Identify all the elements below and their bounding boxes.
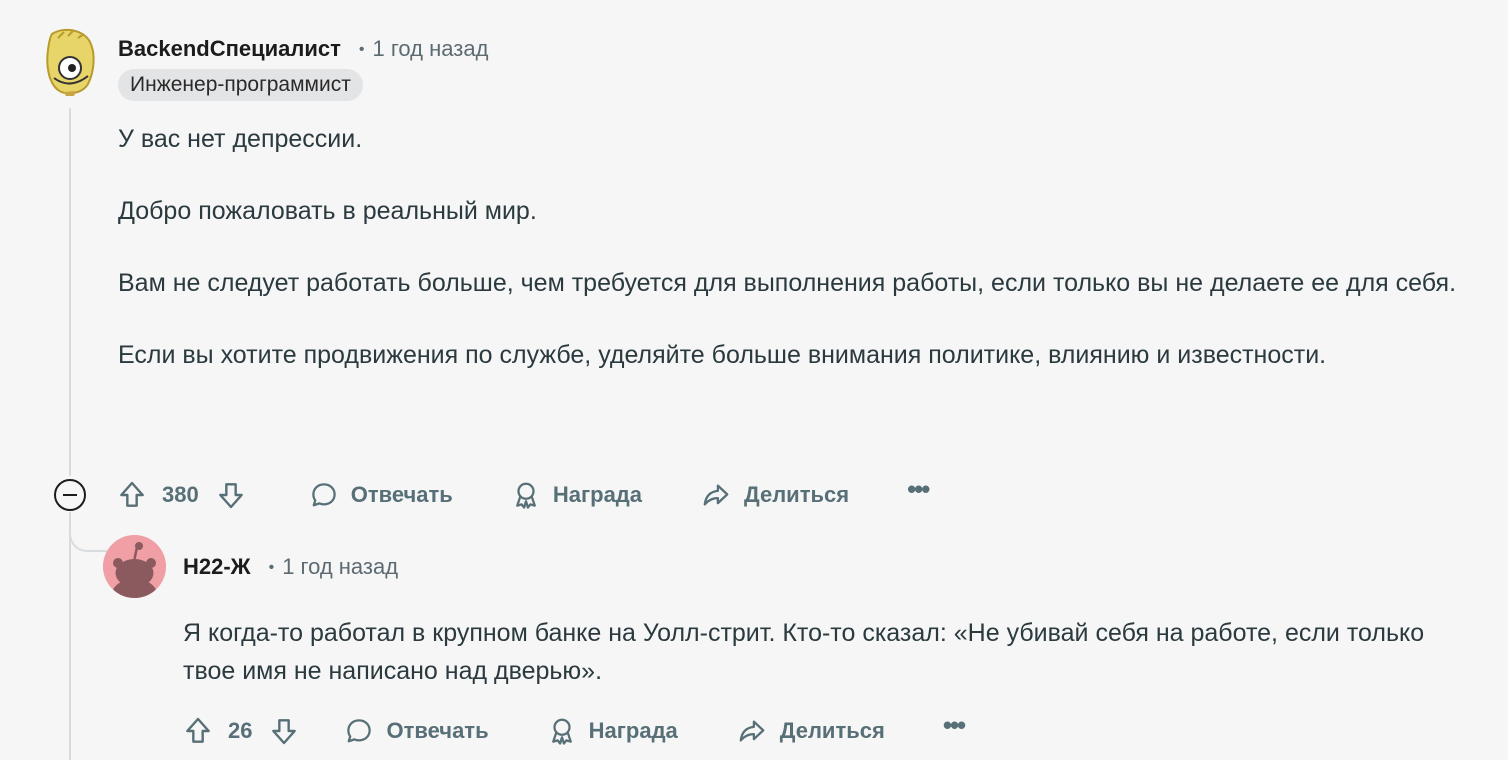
award-label: Награда [588,718,678,743]
share-arrow-icon [736,716,768,746]
speech-bubble-icon [309,480,339,510]
speech-bubble-icon [344,716,374,746]
more-options-button[interactable]: ••• [907,474,930,514]
award-button[interactable]: Награда [547,712,678,750]
separator-dot: • [268,559,275,576]
arrow-up-icon[interactable] [116,479,148,511]
comment-paragraph: Я когда-то работал в крупном банке на Уо… [183,619,1425,685]
share-button[interactable]: Делиться [700,476,849,514]
separator-dot: • [358,41,365,58]
vote-group: 380 [116,476,247,514]
award-ribbon-icon [511,480,541,510]
ellipsis-icon: ••• [907,474,930,504]
share-arrow-icon [700,480,732,510]
comment-body: Я когда-то работал в крупном банке на Уо… [183,614,1483,724]
comment-paragraph: Добро пожаловать в реальный мир. [118,197,537,225]
more-options-button[interactable]: ••• [942,710,966,750]
arrow-down-icon[interactable] [215,479,247,511]
share-label: Делиться [779,718,885,743]
ellipsis-icon: ••• [942,710,966,740]
author-name[interactable]: BackendСпециалист [118,36,341,62]
thread-line[interactable] [69,512,71,760]
reply-button[interactable]: Отвечать [309,476,453,514]
collapse-thread-button[interactable] [54,479,86,511]
comment-body: У вас нет депрессии. Добро пожаловать в … [118,120,1498,408]
vote-count: 380 [162,482,199,507]
share-label: Делиться [744,482,850,507]
reply-label: Отвечать [350,482,453,507]
arrow-down-icon[interactable] [268,715,300,747]
timestamp-text: 1 год назад [372,36,489,61]
author-name[interactable]: H22-Ж [183,554,251,580]
timestamp-text: 1 год назад [282,554,399,579]
award-button[interactable]: Награда [511,476,642,514]
avatar[interactable] [44,28,98,96]
user-flair: Инженер-программист [118,69,363,101]
comment-paragraph: Вам не следует работать больше, чем треб… [118,269,1457,297]
arrow-up-icon[interactable] [182,715,214,747]
reply-branch-line [69,512,107,552]
avatar[interactable] [103,535,166,598]
comment-header: BackendСпециалист • 1 год назад [118,34,488,64]
comment-thread: BackendСпециалист • 1 год назад Инженер-п… [0,0,1508,760]
vote-count: 26 [228,718,253,743]
timestamp[interactable]: • 1 год назад [269,554,399,580]
share-button[interactable]: Делиться [736,712,885,750]
reply-button[interactable]: Отвечать [344,712,489,750]
comment-header: H22-Ж • 1 год назад [183,552,398,582]
reply-label: Отвечать [386,718,489,743]
comment-paragraph: У вас нет депрессии. [118,125,363,153]
comment-paragraph: Если вы хотите продвижения по службе, уд… [118,341,1327,369]
thread-line[interactable] [69,108,71,476]
award-label: Награда [552,482,643,507]
vote-group: 26 [182,712,300,750]
award-ribbon-icon [547,716,577,746]
comment-actions: 26 Отвечать Награда Делиться ••• [182,710,966,750]
timestamp[interactable]: • 1 год назад [359,36,489,62]
comment-actions: 380 Отвечать Награда Делиться ••• [116,474,930,514]
